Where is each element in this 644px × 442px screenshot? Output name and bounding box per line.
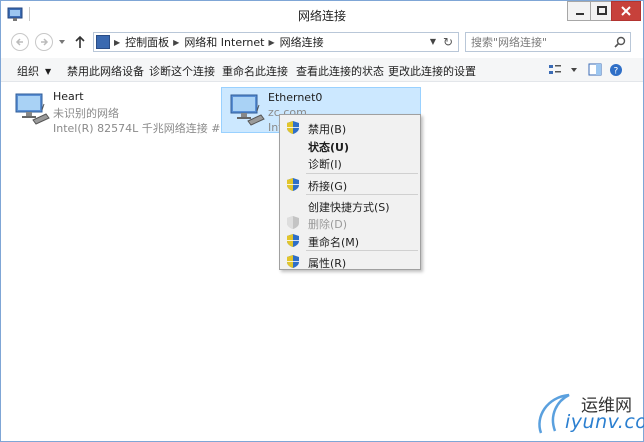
view-dropdown-icon[interactable] bbox=[571, 68, 577, 72]
menu-item-bridge[interactable]: 桥接(G) bbox=[282, 175, 418, 194]
context-menu: 禁用(B) 状态(U) 诊断(I) 桥接(G) 创建快捷方式(S) 删除(D) … bbox=[279, 114, 421, 270]
menu-separator bbox=[306, 173, 418, 174]
rename-button[interactable]: 重命名此连接 bbox=[222, 63, 288, 79]
control-panel-icon bbox=[96, 35, 110, 49]
menu-item-disable[interactable]: 禁用(B) bbox=[282, 118, 418, 137]
recent-locations-chevron-icon[interactable] bbox=[58, 38, 66, 46]
connection-name: Heart bbox=[53, 90, 84, 103]
close-button[interactable] bbox=[611, 1, 641, 21]
minimize-icon bbox=[575, 13, 584, 15]
menu-item-label: 桥接(G) bbox=[308, 180, 348, 193]
shield-icon bbox=[287, 255, 299, 268]
view-options: ? bbox=[549, 63, 622, 77]
maximize-button[interactable] bbox=[590, 1, 612, 21]
disable-device-button[interactable]: 禁用此网络设备 bbox=[67, 63, 144, 79]
search-placeholder: 搜索"网络连接" bbox=[471, 36, 548, 49]
search-box[interactable]: 搜索"网络连接" bbox=[465, 32, 631, 52]
preview-pane-icon[interactable] bbox=[588, 63, 602, 76]
search-icon[interactable] bbox=[614, 36, 626, 48]
chevron-down-icon: ▼ bbox=[45, 67, 52, 76]
shield-icon-disabled bbox=[287, 216, 299, 229]
network-adapter-icon bbox=[15, 93, 50, 125]
svg-text:?: ? bbox=[614, 67, 619, 77]
connection-device: Intel(R) 82574L 千兆网络连接 #2 bbox=[53, 122, 228, 135]
maximize-icon bbox=[596, 6, 607, 15]
view-status-button[interactable]: 查看此连接的状态 bbox=[296, 63, 384, 79]
breadcrumb-separator-icon[interactable]: ▶ bbox=[114, 38, 120, 47]
shield-icon bbox=[287, 121, 299, 134]
network-connections-window: 网络连接 ▶ 控制面板 ▶ 网络和 Internet ▶ 网络连接 ▼ ↻ 搜索… bbox=[0, 0, 644, 442]
menu-item-label: 重命名(M) bbox=[308, 236, 360, 249]
close-icon bbox=[621, 6, 631, 16]
menu-item-delete[interactable]: 删除(D) bbox=[282, 213, 418, 232]
menu-separator bbox=[306, 250, 418, 251]
menu-item-label: 禁用(B) bbox=[308, 123, 347, 136]
back-button[interactable] bbox=[11, 33, 29, 51]
address-dropdown-icon[interactable]: ▼ bbox=[430, 37, 436, 46]
breadcrumb-separator-icon[interactable]: ▶ bbox=[173, 38, 179, 47]
menu-item-diagnose[interactable]: 诊断(I) bbox=[282, 153, 418, 172]
forward-button[interactable] bbox=[35, 33, 53, 51]
minimize-button[interactable] bbox=[567, 1, 591, 21]
help-icon[interactable]: ? bbox=[610, 64, 622, 77]
address-bar[interactable]: ▶ 控制面板 ▶ 网络和 Internet ▶ 网络连接 ▼ ↻ bbox=[93, 32, 459, 52]
connection-item-heart[interactable]: Heart 未识别的网络 Intel(R) 82574L 千兆网络连接 #2 bbox=[7, 87, 227, 135]
window-title: 网络连接 bbox=[297, 9, 346, 23]
title-bar: 网络连接 bbox=[1, 1, 643, 29]
shield-icon bbox=[287, 234, 299, 247]
breadcrumb-separator-icon[interactable]: ▶ bbox=[269, 38, 275, 47]
menu-separator bbox=[306, 194, 418, 195]
organize-label: 组织 bbox=[17, 65, 39, 78]
shield-icon bbox=[287, 178, 299, 191]
navigation-bar: ▶ 控制面板 ▶ 网络和 Internet ▶ 网络连接 ▼ ↻ 搜索"网络连接… bbox=[1, 29, 643, 55]
up-arrow-icon bbox=[75, 35, 85, 48]
breadcrumb-network-connections[interactable]: 网络连接 bbox=[280, 34, 324, 50]
connection-status: 未识别的网络 bbox=[53, 107, 119, 120]
menu-item-label: 属性(R) bbox=[308, 257, 347, 270]
diagnose-button[interactable]: 诊断这个连接 bbox=[149, 63, 215, 79]
change-view-icon[interactable] bbox=[549, 65, 561, 74]
menu-item-rename[interactable]: 重命名(M) bbox=[282, 231, 418, 250]
breadcrumb-control-panel[interactable]: 控制面板 bbox=[125, 34, 169, 50]
change-settings-button[interactable]: 更改此连接的设置 bbox=[388, 63, 476, 79]
breadcrumb-network-internet[interactable]: 网络和 Internet bbox=[184, 34, 264, 50]
network-adapter-icon bbox=[230, 94, 265, 126]
menu-item-label: 诊断(I) bbox=[308, 158, 342, 171]
menu-item-properties[interactable]: 属性(R) bbox=[282, 252, 418, 271]
up-button[interactable] bbox=[71, 33, 89, 51]
command-bar: 组织 ▼ 禁用此网络设备 诊断这个连接 重命名此连接 查看此连接的状态 更改此连接… bbox=[1, 58, 643, 82]
watermark-logo: 运维网 iyunv.com bbox=[533, 387, 644, 441]
connection-name: Ethernet0 bbox=[268, 91, 323, 104]
menu-item-label: 删除(D) bbox=[308, 218, 348, 231]
back-arrow-icon bbox=[15, 38, 23, 46]
refresh-icon[interactable]: ↻ bbox=[443, 35, 453, 49]
forward-arrow-icon bbox=[41, 38, 49, 46]
organize-menu[interactable]: 组织 ▼ bbox=[17, 63, 51, 79]
watermark-text-en: iyunv.com bbox=[565, 411, 644, 433]
